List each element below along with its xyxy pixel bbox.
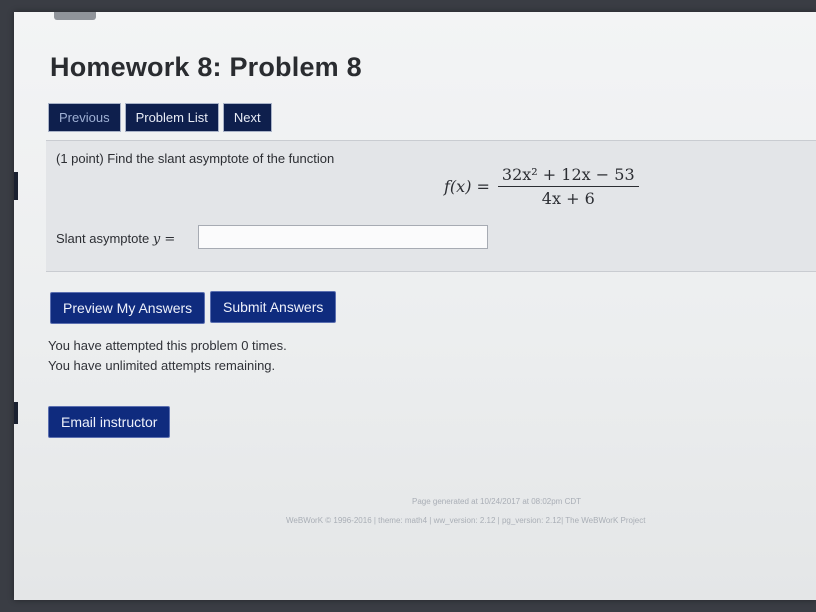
attempt-status: You have attempted this problem 0 times.… xyxy=(48,336,287,376)
preview-answers-button[interactable]: Preview My Answers xyxy=(50,292,206,324)
problem-panel: (1 point) Find the slant asymptote of th… xyxy=(46,140,816,272)
answer-variable: y = xyxy=(152,232,176,247)
window-tab xyxy=(54,12,96,20)
answer-label: Slant asymptote y = xyxy=(56,231,175,247)
problem-prompt: (1 point) Find the slant asymptote of th… xyxy=(56,151,335,166)
page-generated-text: Page generated at 10/24/2017 at 08:02pm … xyxy=(412,497,582,506)
formula-denominator: 4x + 6 xyxy=(541,189,595,208)
remaining-text: You have unlimited attempts remaining. xyxy=(48,358,276,373)
next-button[interactable]: Next xyxy=(222,103,272,132)
attempts-text: You have attempted this problem 0 times. xyxy=(48,338,287,353)
left-edge-marker xyxy=(14,402,18,424)
page-title: Homework 8: Problem 8 xyxy=(50,52,362,82)
slant-asymptote-input[interactable] xyxy=(198,225,488,249)
function-formula: f(x) = 32x² + 12x − 53 4x + 6 xyxy=(444,165,639,208)
formula-fraction: 32x² + 12x − 53 4x + 6 xyxy=(497,165,639,208)
left-edge-marker xyxy=(14,172,18,200)
answer-label-text: Slant asymptote xyxy=(56,231,150,246)
submit-answers-button[interactable]: Submit Answers xyxy=(210,291,337,323)
browser-screen: Homework 8: Problem 8 Previous Problem L… xyxy=(14,12,816,600)
formula-numerator: 32x² + 12x − 53 xyxy=(497,165,639,187)
previous-button[interactable]: Previous xyxy=(48,103,121,132)
email-instructor-button[interactable]: Email instructor xyxy=(48,406,171,438)
formula-lhs: f(x) = xyxy=(444,177,490,196)
problem-nav: Previous Problem List Next xyxy=(48,103,272,132)
problem-list-button[interactable]: Problem List xyxy=(124,103,219,132)
footer-credits: WeBWorK © 1996-2016 | theme: math4 | ww_… xyxy=(286,516,646,525)
